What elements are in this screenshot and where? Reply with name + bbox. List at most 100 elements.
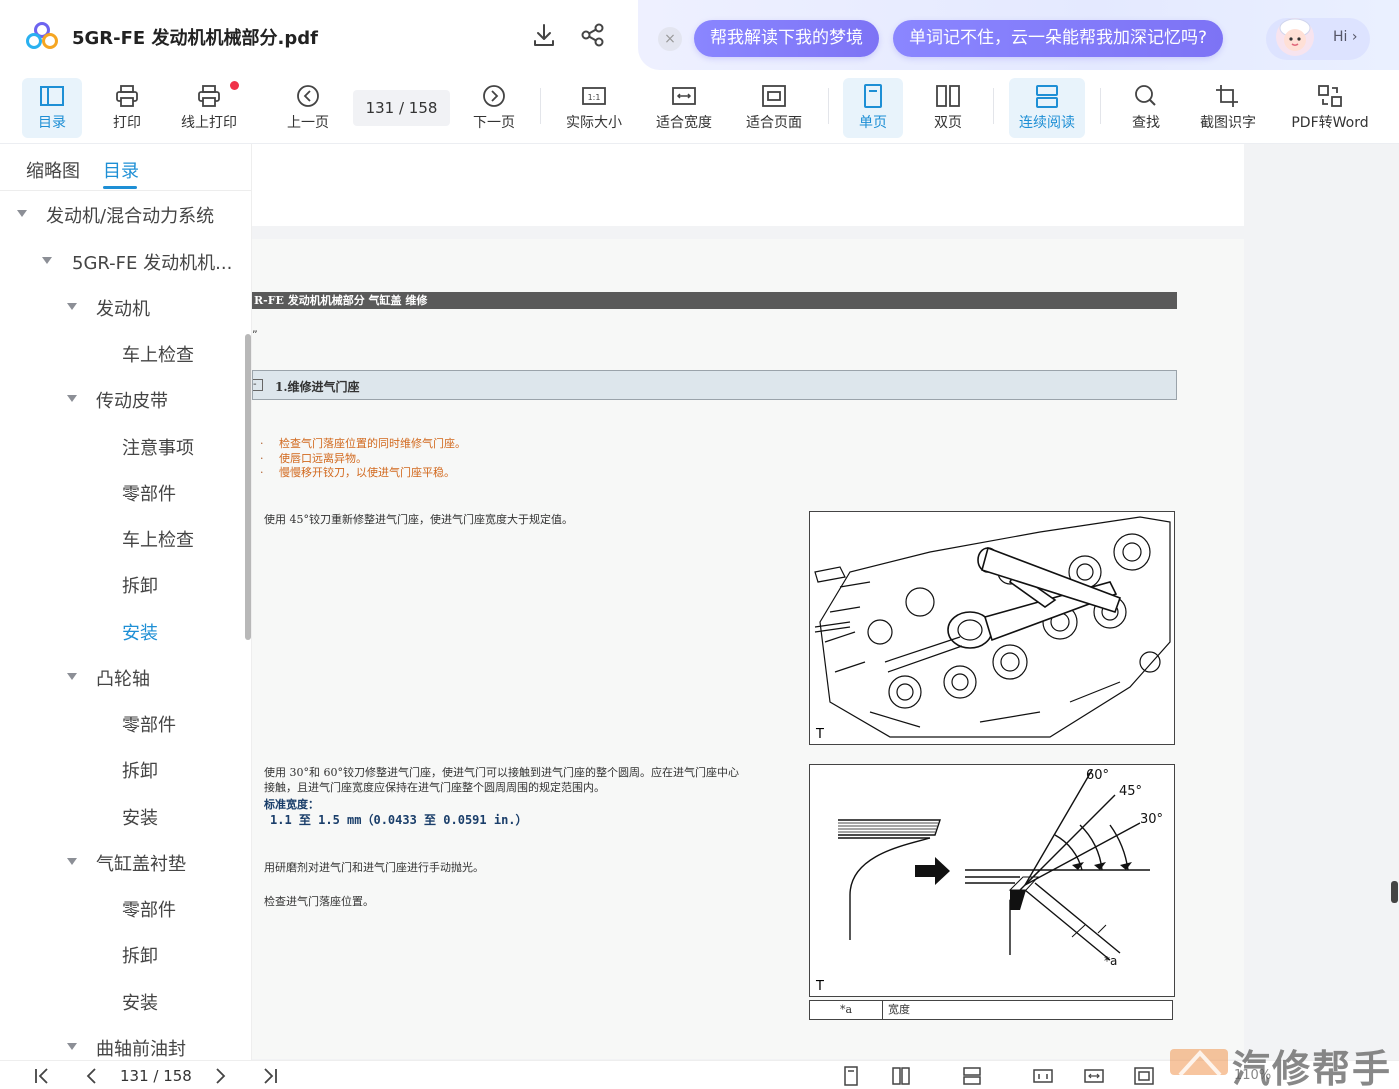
tab-thumbnails[interactable]: 缩略图: [26, 157, 80, 183]
figure-cutter: T: [809, 511, 1175, 745]
toc-item[interactable]: 注意事项: [122, 434, 194, 460]
caret-down-icon[interactable]: [17, 210, 27, 217]
chevron-left-icon[interactable]: [82, 1066, 102, 1086]
single-page-icon[interactable]: [841, 1066, 861, 1086]
document-title: 5GR-FE 发动机机械部分.pdf: [72, 28, 318, 49]
sidebar: 缩略图 目录 发动机/混合动力系统 5GR-FE 发动机机... 发动机 车上检…: [0, 144, 252, 1060]
double-page-button[interactable]: 双页: [920, 78, 976, 138]
continuous-read-icon[interactable]: [962, 1066, 982, 1086]
continuous-read-button[interactable]: 连续阅读: [1009, 78, 1085, 138]
toc-item[interactable]: 凸轮轴: [96, 665, 150, 691]
caret-down-icon[interactable]: [42, 257, 52, 264]
actual-size-icon[interactable]: [1033, 1066, 1053, 1086]
toc-item[interactable]: 安装: [122, 989, 158, 1015]
toc-button[interactable]: 目录: [22, 78, 82, 138]
caret-down-icon[interactable]: [67, 303, 77, 310]
toc-item[interactable]: 拆卸: [122, 757, 158, 783]
toc-item[interactable]: 安装: [122, 804, 158, 830]
assistant-avatar-icon[interactable]: [1270, 14, 1320, 60]
figure-angles: 60° 45° 30° *a T: [809, 764, 1175, 997]
section-header[interactable]: - 1.维修进气门座: [252, 370, 1177, 400]
page-indicator: 131 / 158: [120, 1067, 192, 1085]
toolbar-divider: [993, 88, 994, 124]
document-viewer[interactable]: R-FE 发动机机械部分 气缸盖 维修 „ - 1.维修进气门座 · 检查气门落座…: [252, 144, 1399, 1060]
toc-item[interactable]: 曲轴前油封: [96, 1035, 186, 1060]
main-toolbar: 目录 打印 线上打印 上一页 下一页 1:1 实际大小 适合宽度 适合页面 单页…: [0, 70, 1399, 144]
toolbar-divider: [540, 88, 541, 124]
toc-item[interactable]: 零部件: [122, 480, 176, 506]
tab-underline: [103, 186, 137, 189]
caret-down-icon[interactable]: [67, 1043, 77, 1050]
toc-item[interactable]: 5GR-FE 发动机机...: [72, 249, 232, 275]
fit-page-icon[interactable]: [1134, 1066, 1154, 1086]
close-icon[interactable]: ×: [658, 27, 682, 51]
chevron-right-icon[interactable]: [210, 1066, 230, 1086]
crop-icon: [1216, 85, 1238, 107]
angle-60-label: 60°: [1086, 768, 1109, 783]
chevron-right-circle-icon: [483, 85, 505, 107]
tab-toc[interactable]: 目录: [103, 157, 139, 183]
pdf-to-word-button[interactable]: PDF转Word: [1285, 78, 1375, 138]
notification-dot: [230, 81, 239, 90]
toc-item[interactable]: 发动机/混合动力系统: [46, 202, 214, 228]
toc-item[interactable]: 零部件: [122, 896, 176, 922]
actual-size-icon: 1:1: [582, 87, 606, 105]
width-mark-label: *a: [1104, 954, 1117, 968]
toc-label: 目录: [38, 115, 66, 131]
prev-page-label: 上一页: [287, 115, 329, 131]
previous-page: [252, 144, 1244, 226]
toc-item[interactable]: 零部件: [122, 711, 176, 737]
document-scrollbar[interactable]: [1391, 881, 1398, 903]
standard-width-label: 标准宽度：: [264, 798, 319, 811]
caret-down-icon[interactable]: [67, 395, 77, 402]
prev-page-button[interactable]: 上一页: [280, 78, 336, 138]
last-page-icon[interactable]: [260, 1066, 280, 1086]
next-page-button[interactable]: 下一页: [466, 78, 522, 138]
hi-label: Hi ›: [1333, 29, 1358, 45]
fit-page-icon: [762, 85, 786, 107]
pdf-to-word-label: PDF转Word: [1291, 115, 1369, 131]
toc-item[interactable]: 拆卸: [122, 572, 158, 598]
toc-item[interactable]: 发动机: [96, 295, 150, 321]
double-page-icon[interactable]: [891, 1066, 911, 1086]
single-page-button[interactable]: 单页: [843, 78, 903, 138]
toc-item-active[interactable]: 安装: [122, 619, 158, 645]
toc-item[interactable]: 拆卸: [122, 942, 158, 968]
fragment-mark: „: [252, 322, 258, 335]
toc-item[interactable]: 车上检查: [122, 526, 194, 552]
ai-prompt-vocabulary[interactable]: 单词记不住，云一朵能帮我加深记忆吗?: [893, 20, 1224, 57]
bullet-icon: ·: [260, 466, 264, 479]
toolbar-divider: [828, 88, 829, 124]
title-bar: 5GR-FE 发动机机械部分.pdf × 帮我解读下我的梦境 单词记不住，云一朵…: [0, 0, 1399, 70]
fit-page-button[interactable]: 适合页面: [741, 78, 807, 138]
fit-width-button[interactable]: 适合宽度: [651, 78, 717, 138]
toc-icon: [40, 86, 64, 106]
page-number-input[interactable]: 131 / 158: [353, 90, 450, 126]
toc-item[interactable]: 车上检查: [122, 341, 194, 367]
caret-down-icon[interactable]: [67, 858, 77, 865]
print-button[interactable]: 打印: [100, 78, 154, 138]
first-page-icon[interactable]: [32, 1066, 52, 1086]
caution-note: · 检查气门落座位置的同时维修气门座。: [260, 435, 466, 451]
toc-item[interactable]: 气缸盖衬垫: [96, 850, 186, 876]
toc-item[interactable]: 传动皮带: [96, 387, 168, 413]
single-page-icon: [864, 84, 882, 108]
app-logo-icon: [26, 22, 58, 49]
ocr-button[interactable]: 截图识字: [1193, 78, 1263, 138]
fit-width-label: 适合宽度: [656, 115, 712, 131]
fit-width-icon[interactable]: [1084, 1066, 1104, 1086]
caret-down-icon[interactable]: [67, 673, 77, 680]
find-button[interactable]: 查找: [1118, 78, 1174, 138]
share-icon[interactable]: [580, 22, 606, 48]
ai-prompt-dream[interactable]: 帮我解读下我的梦境: [694, 20, 879, 57]
legend-value: 宽度: [888, 1003, 910, 1016]
current-page: R-FE 发动机机械部分 气缸盖 维修 „ - 1.维修进气门座 · 检查气门落座…: [252, 239, 1244, 1059]
caution-note: · 慢慢移开铰刀，以使进气门座平稳。: [260, 464, 455, 480]
download-icon[interactable]: [531, 22, 557, 48]
sidebar-scrollbar[interactable]: [245, 334, 251, 640]
collapse-icon[interactable]: -: [253, 379, 263, 391]
actual-size-button[interactable]: 1:1 实际大小: [561, 78, 627, 138]
fit-width-icon: [672, 87, 696, 105]
toolbar-divider: [1100, 88, 1101, 124]
sidebar-divider: [0, 190, 251, 191]
